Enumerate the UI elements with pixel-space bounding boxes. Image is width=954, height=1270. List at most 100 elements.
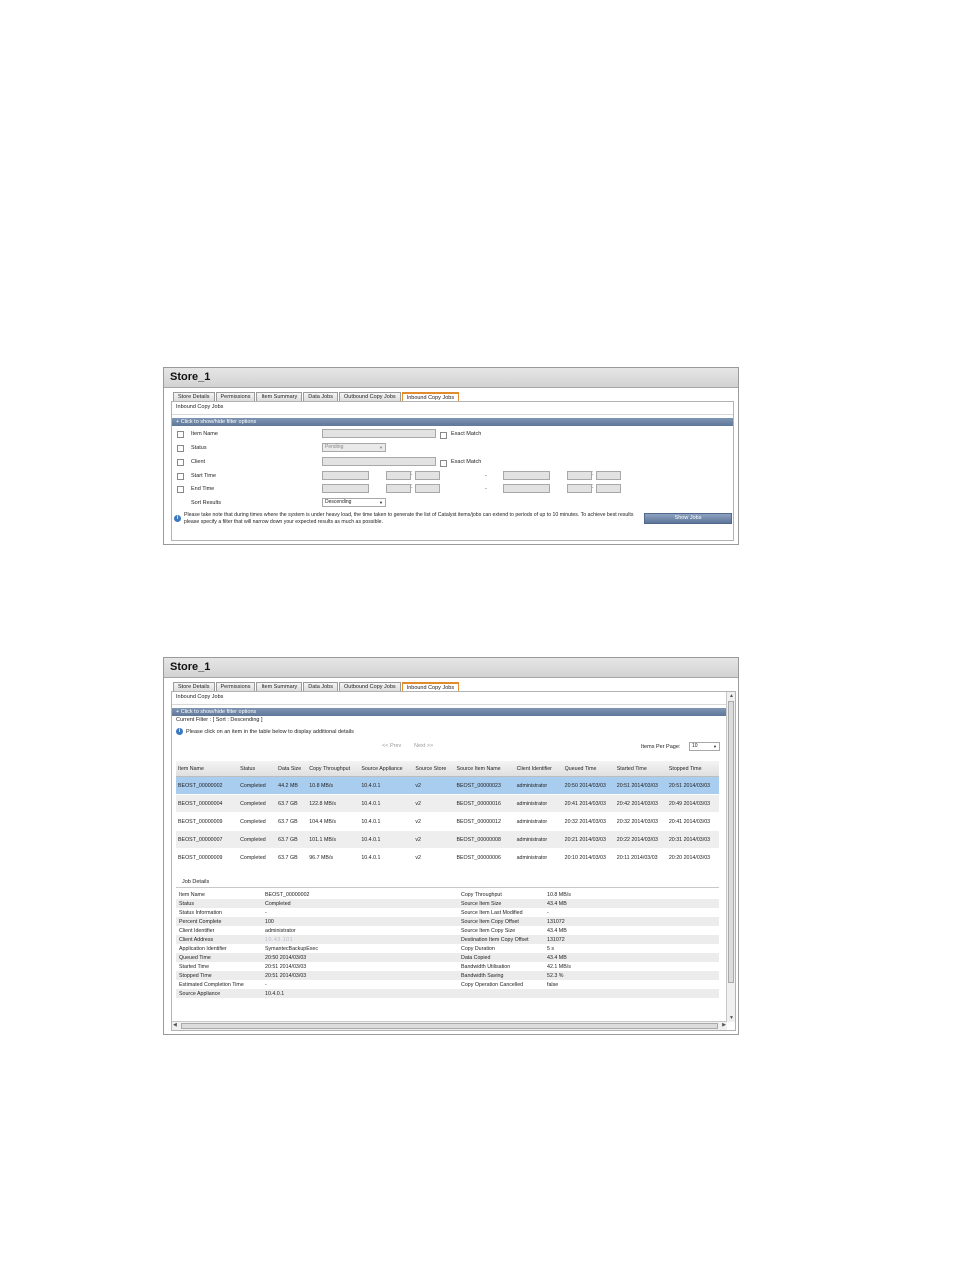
detail-value: 5 s <box>547 945 555 952</box>
item-name-checkbox[interactable] <box>177 431 184 438</box>
start-hour-to-input[interactable] <box>567 471 592 480</box>
start-date-to-input[interactable] <box>503 471 550 480</box>
end-hour-from-input[interactable] <box>386 484 411 493</box>
detail-value: 131072 <box>544 935 719 944</box>
end-minute-to-input[interactable] <box>596 484 621 493</box>
col-source-item-name[interactable]: Source Item Name <box>454 761 515 777</box>
tab-item-summary[interactable]: Item Summary <box>256 682 303 691</box>
detail-value: false <box>547 981 559 988</box>
start-minute-to-input[interactable] <box>596 471 621 480</box>
scroll-left-icon[interactable]: ◀ <box>173 1022 177 1028</box>
table-cell: v2 <box>413 848 455 867</box>
end-minute-from-input[interactable] <box>415 484 440 493</box>
tab-permissions[interactable]: Permissions <box>215 392 256 401</box>
col-started-time[interactable]: Started Time <box>614 761 667 777</box>
col-source-appliance[interactable]: Source Appliance <box>359 761 414 777</box>
detail-key: Copy Duration <box>461 945 495 952</box>
filter-toggle-bar[interactable]: + Click to show/hide filter options <box>172 418 733 426</box>
tab-permissions[interactable]: Permissions <box>215 682 256 691</box>
table-cell: Completed <box>238 830 277 849</box>
tab-store-details[interactable]: Store Details <box>173 392 215 401</box>
scroll-down-icon[interactable]: ▼ <box>729 1015 734 1021</box>
tab-inbound-copy-jobs[interactable]: Inbound Copy Jobs <box>401 392 460 401</box>
end-time-checkbox[interactable] <box>177 486 184 493</box>
scroll-up-icon[interactable]: ▲ <box>729 693 734 699</box>
col-item-name[interactable]: Item Name <box>176 761 239 777</box>
table-cell: 20:32 2014/03/03 <box>614 812 667 831</box>
table-cell: BEOST_00000009 <box>176 812 239 831</box>
start-hour-from-input[interactable] <box>386 471 411 480</box>
tab-inbound-copy-jobs[interactable]: Inbound Copy Jobs <box>401 682 460 691</box>
detail-row: Estimated Completion Time - Copy Operation… <box>176 980 719 989</box>
table-cell: v2 <box>413 830 455 849</box>
detail-key: Source Item Size <box>458 899 544 908</box>
item-name-label: Item Name <box>191 431 218 437</box>
detail-row: Client Address 10.43.101 Destination Item … <box>176 935 719 944</box>
table-cell: 20:51 2014/03/03 <box>666 776 719 795</box>
detail-key: Source Appliance <box>176 989 262 998</box>
start-time-checkbox[interactable] <box>177 473 184 480</box>
item-name-input[interactable] <box>322 429 436 438</box>
client-input[interactable] <box>322 457 436 466</box>
table-header-row: Item Name Status Data Size Copy Throughp… <box>176 761 719 777</box>
filter-toggle-bar[interactable]: + Click to show/hide filter options <box>172 708 727 716</box>
prev-page-link[interactable]: << Prev <box>382 743 401 749</box>
end-date-to-input[interactable] <box>503 484 550 493</box>
table-cell: 101.1 MB/s <box>307 830 360 849</box>
sort-results-select[interactable]: Descending ▼ <box>322 498 386 507</box>
table-row[interactable]: BEOST_00000007 Completed 63.7 GB 101.1 MB/s… <box>176 830 719 849</box>
col-stopped-time[interactable]: Stopped Time <box>666 761 719 777</box>
table-cell: Completed <box>238 776 277 795</box>
col-client-identifier[interactable]: Client Identifier <box>514 761 563 777</box>
detail-key: Started Time <box>179 963 210 970</box>
show-jobs-button[interactable]: Show Jobs <box>644 513 732 524</box>
tab-store-details[interactable]: Store Details <box>173 682 215 691</box>
col-data-size[interactable]: Data Size <box>276 761 308 777</box>
col-source-store[interactable]: Source Store <box>413 761 455 777</box>
table-cell: BEOST_00000012 <box>454 812 515 831</box>
table-cell: 10.4.0.1 <box>359 830 414 849</box>
scroll-right-icon[interactable]: ▶ <box>722 1022 726 1028</box>
client-checkbox[interactable] <box>177 459 184 466</box>
col-status[interactable]: Status <box>238 761 277 777</box>
start-minute-from-input[interactable] <box>415 471 440 480</box>
table-cell: administrator <box>514 794 563 813</box>
detail-key: Estimated Completion Time <box>179 981 244 988</box>
detail-value: 10.43.101 <box>262 935 458 944</box>
tab-item-summary[interactable]: Item Summary <box>256 392 303 401</box>
hscroll-thumb[interactable] <box>181 1023 718 1029</box>
end-hour-to-input[interactable] <box>567 484 592 493</box>
next-page-link[interactable]: Next >> <box>414 743 433 749</box>
tab-data-jobs[interactable]: Data Jobs <box>303 392 338 401</box>
status-checkbox[interactable] <box>177 445 184 452</box>
detail-value: 20:51 2014/03/03 <box>265 963 307 970</box>
horizontal-scrollbar[interactable]: ◀ ▶ <box>172 1021 727 1030</box>
table-cell: 44.2 MB <box>276 776 308 795</box>
items-per-page-select[interactable]: 10 ▼ <box>689 742 720 751</box>
col-copy-throughput[interactable]: Copy Throughput <box>307 761 360 777</box>
col-queued-time[interactable]: Queued Time <box>562 761 615 777</box>
detail-key: Source Item Copy Offset <box>458 917 544 926</box>
table-cell: 10.4.0.1 <box>359 794 414 813</box>
detail-row: Source Appliance 10.4.0.1 <box>176 989 719 998</box>
tab-outbound-copy-jobs[interactable]: Outbound Copy Jobs <box>338 392 401 401</box>
tab-data-jobs[interactable]: Data Jobs <box>303 682 338 691</box>
table-cell: 63.7 GB <box>276 812 308 831</box>
table-row[interactable]: BEOST_00000009 Completed 63.7 GB 104.4 MB/s… <box>176 812 719 831</box>
scroll-thumb[interactable] <box>728 701 734 983</box>
end-date-from-input[interactable] <box>322 484 369 493</box>
status-select[interactable]: Pending ▼ <box>322 443 386 452</box>
exact-match-client-checkbox[interactable] <box>440 460 447 467</box>
table-row[interactable]: BEOST_00000004 Completed 63.7 GB 122.8 MB/s… <box>176 794 719 813</box>
detail-key: Bandwidth Saving <box>458 971 544 980</box>
vertical-scrollbar[interactable]: ▲ ▼ <box>726 692 735 1022</box>
chevron-down-icon: ▼ <box>379 500 383 505</box>
table-row[interactable]: BEOST_00000009 Completed 63.7 GB 96.7 MB/s 1… <box>176 848 719 867</box>
exact-match-checkbox[interactable] <box>440 432 447 439</box>
start-date-from-input[interactable] <box>322 471 369 480</box>
detail-row: Item Name BEOST_00000002 Copy Throughput 10… <box>176 890 719 899</box>
table-row[interactable]: BEOST_00000002 Completed 44.2 MB 10.8 MB/s 1… <box>176 776 719 795</box>
table-cell: BEOST_00000002 <box>176 776 239 795</box>
tab-outbound-copy-jobs[interactable]: Outbound Copy Jobs <box>338 682 401 691</box>
detail-key: Stopped Time <box>176 971 262 980</box>
